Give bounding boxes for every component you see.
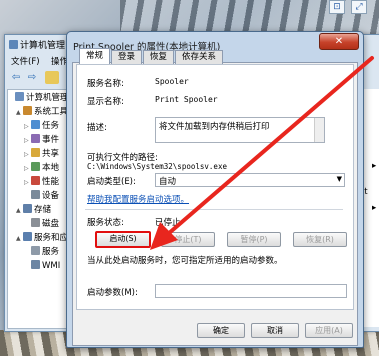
ok-button[interactable]: 确定: [197, 323, 245, 338]
event-viewer-icon: [31, 134, 40, 143]
tree-item-label: WMI: [42, 261, 61, 271]
start-params-label: 启动参数(M):: [87, 288, 138, 298]
disk-icon: [31, 218, 40, 227]
expand-triangle-icon[interactable]: ▷: [24, 148, 31, 161]
tab-general[interactable]: 常规: [79, 48, 111, 65]
tree-item[interactable]: 磁盘: [24, 218, 59, 231]
tree-item[interactable]: 服务: [24, 246, 59, 259]
expand-triangle-icon[interactable]: ▷: [24, 134, 31, 147]
tree-item-label: 存储: [34, 205, 52, 215]
tree-item-label: 系统工具: [34, 107, 69, 117]
tree-item[interactable]: ▷ 共享: [24, 148, 59, 161]
expand-icon[interactable]: ⤢: [351, 0, 367, 14]
tree-item-label: 事件: [42, 135, 60, 145]
apply-button[interactable]: 应用(A): [305, 323, 353, 338]
help-config-link[interactable]: 帮助我配置服务启动选项。: [87, 193, 189, 205]
tree-item-label: 性能: [42, 177, 60, 187]
expand-triangle-icon[interactable]: ▷: [24, 120, 31, 133]
performance-icon: [31, 176, 40, 185]
display-name-value: Print Spooler: [155, 95, 218, 104]
back-arrow-icon[interactable]: ⇦: [9, 71, 23, 84]
pause-button[interactable]: 暂停(P): [227, 232, 281, 247]
tree-item-label: 服务和应: [34, 233, 69, 243]
startup-type-select[interactable]: 自动 ▼: [155, 173, 345, 187]
action-arrow-icon[interactable]: ▸: [372, 203, 376, 213]
properties-dialog: Print Spooler 的属性(本地计算机) ✕ 常规 登录 恢复 依存关系…: [66, 31, 364, 348]
tree-item[interactable]: WMI: [24, 260, 60, 273]
wmi-icon: [31, 260, 40, 269]
corner-buttons: ⊡ ⤢: [323, 0, 379, 14]
stop-button[interactable]: 停止(T): [161, 232, 215, 247]
collapse-triangle-icon[interactable]: ▲: [16, 106, 23, 119]
storage-icon: [23, 204, 32, 213]
start-button[interactable]: 启动(S): [95, 231, 151, 248]
resume-button[interactable]: 恢复(R): [293, 232, 347, 247]
tree-item[interactable]: ▷ 性能: [24, 176, 59, 189]
tree-item-label: 共享: [42, 149, 60, 159]
dropdown-arrow-icon: ▼: [336, 175, 342, 183]
mmc-title: 计算机管理: [9, 38, 65, 51]
menu-file[interactable]: 文件(F): [11, 55, 40, 67]
exe-path-value: C:\Windows\System32\spoolsv.exe: [87, 162, 227, 171]
tree-item[interactable]: ▲ 存储: [16, 204, 51, 217]
startup-type-label: 启动类型(E):: [87, 177, 136, 187]
close-icon[interactable]: ✕: [319, 33, 359, 50]
startup-type-value: 自动: [159, 177, 177, 187]
collapse-triangle-icon[interactable]: ▲: [16, 204, 23, 217]
tree-item-label: 任务: [42, 121, 60, 131]
tree-item-label: 服务: [42, 247, 60, 257]
service-status-label: 服务状态:: [87, 218, 124, 228]
device-manager-icon: [31, 190, 40, 199]
tools-icon: [23, 106, 32, 115]
service-name-label: 服务名称:: [87, 79, 124, 89]
computer-icon: [15, 92, 24, 101]
collapse-triangle-icon[interactable]: ▲: [16, 232, 23, 245]
action-arrow-icon[interactable]: ▸: [372, 161, 376, 171]
users-icon: [31, 162, 40, 171]
description-label: 描述:: [87, 123, 107, 133]
clock-icon: [31, 120, 40, 129]
description-text: 将文件加载到内存供稍后打印: [159, 122, 270, 132]
share-icon: [31, 148, 40, 157]
expand-triangle-icon[interactable]: ▷: [24, 162, 31, 175]
description-box[interactable]: 将文件加载到内存供稍后打印: [155, 117, 325, 143]
description-scrollbar[interactable]: [314, 118, 324, 142]
start-params-input[interactable]: [155, 284, 347, 298]
restore-icon[interactable]: ⊡: [329, 0, 345, 14]
expand-triangle-icon[interactable]: ▷: [24, 176, 31, 189]
display-name-label: 显示名称:: [87, 97, 124, 107]
computer-management-icon: [9, 40, 18, 49]
tree-item[interactable]: ▷ 事件: [24, 134, 59, 147]
tree-item[interactable]: ▲ 服务和应: [16, 232, 68, 245]
console-tree: 计算机管理 ▲ 系统工具 ▷ 任务 ▷ 事件 ▷ 共享 ▷ 本地 ▷ 性能 设备 ▲ 存储 磁盘 ▲ 服务和应 服务 W…: [7, 89, 75, 329]
up-folder-icon[interactable]: [45, 71, 59, 84]
tree-item-label: 计算机管理: [26, 93, 69, 103]
services-apps-icon: [23, 232, 32, 241]
tab-recovery[interactable]: 恢复: [143, 50, 175, 64]
tab-logon[interactable]: 登录: [111, 50, 143, 64]
tree-item[interactable]: 设备: [24, 190, 59, 203]
service-name-value: Spooler: [155, 77, 189, 86]
forward-arrow-icon[interactable]: ⇨: [25, 71, 39, 84]
tree-item[interactable]: ▷ 本地: [24, 162, 59, 175]
tree-item[interactable]: ▲ 系统工具: [16, 106, 68, 119]
services-icon: [31, 246, 40, 255]
tree-item-label: 磁盘: [42, 219, 60, 229]
tree-item-label: 设备: [42, 191, 60, 201]
start-params-hint: 当从此处启动服务时，您可指定所适用的启动参数。: [87, 256, 283, 266]
cancel-button[interactable]: 取消: [251, 323, 299, 338]
tree-item[interactable]: 计算机管理: [8, 92, 69, 105]
separator: [85, 209, 343, 210]
tree-item[interactable]: ▷ 任务: [24, 120, 59, 133]
tab-dependencies[interactable]: 依存关系: [175, 50, 224, 64]
dialog-body: 常规 登录 恢复 依存关系 服务名称: Spooler 显示名称: Print …: [72, 48, 358, 346]
general-tab-panel: 服务名称: Spooler 显示名称: Print Spooler 描述: 将文…: [76, 64, 354, 310]
tree-item-label: 本地: [42, 163, 60, 173]
service-status-value: 已停止: [155, 218, 181, 228]
